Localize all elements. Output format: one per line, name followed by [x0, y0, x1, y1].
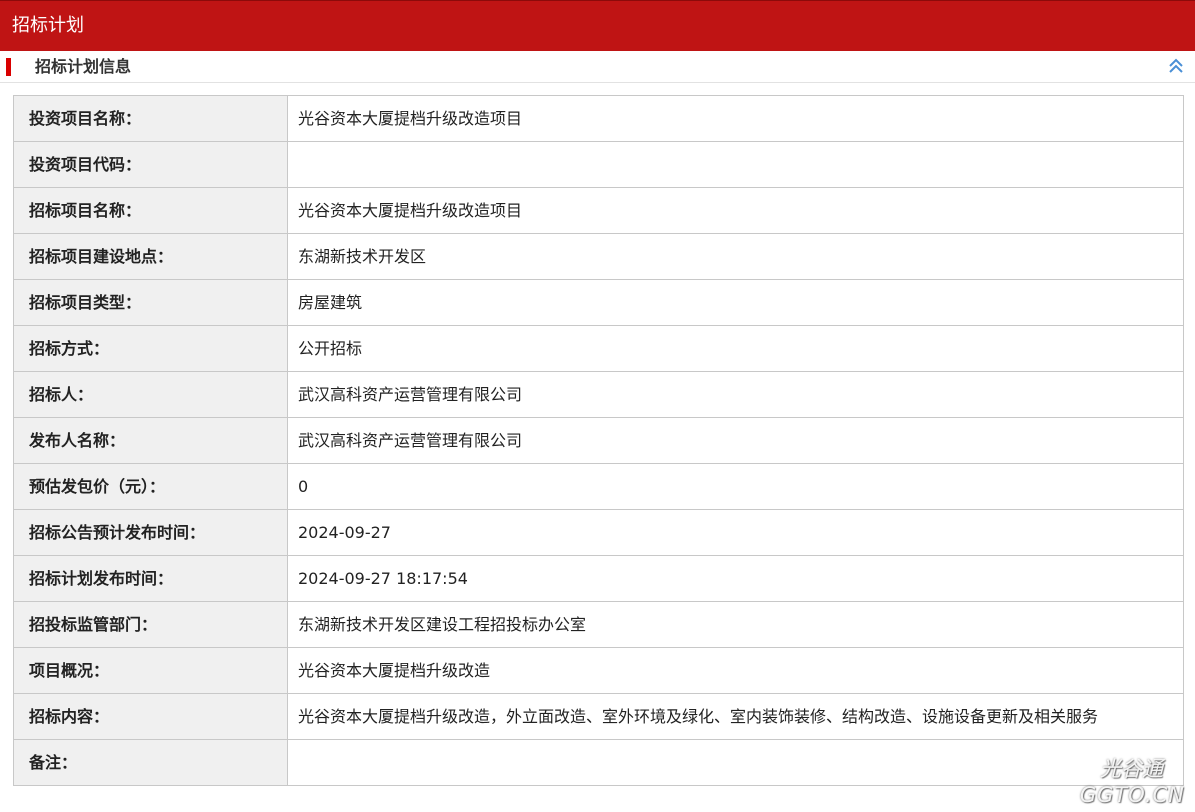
- field-label: 项目概况：: [13, 647, 288, 694]
- field-label: 招标计划发布时间：: [13, 555, 288, 602]
- field-value: 公开招标: [287, 325, 1184, 372]
- field-value: 光谷资本大厦提档升级改造: [287, 647, 1184, 694]
- field-label: 招标项目建设地点：: [13, 233, 288, 280]
- field-label: 招标人：: [13, 371, 288, 418]
- field-value: 0: [287, 463, 1184, 510]
- section-accent-bar: [6, 58, 11, 76]
- section-header: 招标计划信息: [0, 51, 1195, 83]
- field-label: 招标项目名称：: [13, 187, 288, 234]
- table-row: 投资项目代码：: [13, 141, 1184, 188]
- table-row: 预估发包价（元）： 0: [13, 463, 1184, 510]
- field-label: 预估发包价（元）：: [13, 463, 288, 510]
- table-row: 招标项目类型： 房屋建筑: [13, 279, 1184, 326]
- field-value: 2024-09-27 18:17:54: [287, 555, 1184, 602]
- table-row: 招标公告预计发布时间： 2024-09-27: [13, 509, 1184, 556]
- field-value: 光谷资本大厦提档升级改造项目: [287, 95, 1184, 142]
- field-label: 投资项目名称：: [13, 95, 288, 142]
- table-row: 招标项目建设地点： 东湖新技术开发区: [13, 233, 1184, 280]
- page-title: 招标计划: [12, 15, 84, 36]
- table-row: 招投标监管部门： 东湖新技术开发区建设工程招投标办公室: [13, 601, 1184, 648]
- table-row: 招标项目名称： 光谷资本大厦提档升级改造项目: [13, 187, 1184, 234]
- field-value: 2024-09-27: [287, 509, 1184, 556]
- plan-info-table: 投资项目名称： 光谷资本大厦提档升级改造项目 投资项目代码： 招标项目名称： 光…: [13, 95, 1184, 786]
- field-label: 招标内容：: [13, 693, 288, 740]
- field-label: 招标方式：: [13, 325, 288, 372]
- field-value: [287, 141, 1184, 188]
- page-header: 招标计划: [0, 0, 1195, 51]
- field-value: 光谷资本大厦提档升级改造项目: [287, 187, 1184, 234]
- double-chevron-up-icon[interactable]: [1167, 57, 1185, 75]
- table-row: 招标计划发布时间： 2024-09-27 18:17:54: [13, 555, 1184, 602]
- table-row: 招标方式： 公开招标: [13, 325, 1184, 372]
- field-value: 东湖新技术开发区建设工程招投标办公室: [287, 601, 1184, 648]
- field-label: 备注：: [13, 739, 288, 786]
- field-label: 发布人名称：: [13, 417, 288, 464]
- field-label: 招投标监管部门：: [13, 601, 288, 648]
- field-label: 招标项目类型：: [13, 279, 288, 326]
- field-value: 武汉高科资产运营管理有限公司: [287, 371, 1184, 418]
- field-value: 东湖新技术开发区: [287, 233, 1184, 280]
- table-row: 招标内容： 光谷资本大厦提档升级改造，外立面改造、室外环境及绿化、室内装饰装修、…: [13, 693, 1184, 740]
- table-row: 备注：: [13, 739, 1184, 786]
- field-label: 投资项目代码：: [13, 141, 288, 188]
- field-value: 光谷资本大厦提档升级改造，外立面改造、室外环境及绿化、室内装饰装修、结构改造、设…: [287, 693, 1184, 740]
- field-label: 招标公告预计发布时间：: [13, 509, 288, 556]
- field-value: [287, 739, 1184, 786]
- table-row: 项目概况： 光谷资本大厦提档升级改造: [13, 647, 1184, 694]
- table-row: 投资项目名称： 光谷资本大厦提档升级改造项目: [13, 95, 1184, 142]
- table-row: 发布人名称： 武汉高科资产运营管理有限公司: [13, 417, 1184, 464]
- table-row: 招标人： 武汉高科资产运营管理有限公司: [13, 371, 1184, 418]
- section-title: 招标计划信息: [35, 57, 132, 76]
- field-value: 房屋建筑: [287, 279, 1184, 326]
- field-value: 武汉高科资产运营管理有限公司: [287, 417, 1184, 464]
